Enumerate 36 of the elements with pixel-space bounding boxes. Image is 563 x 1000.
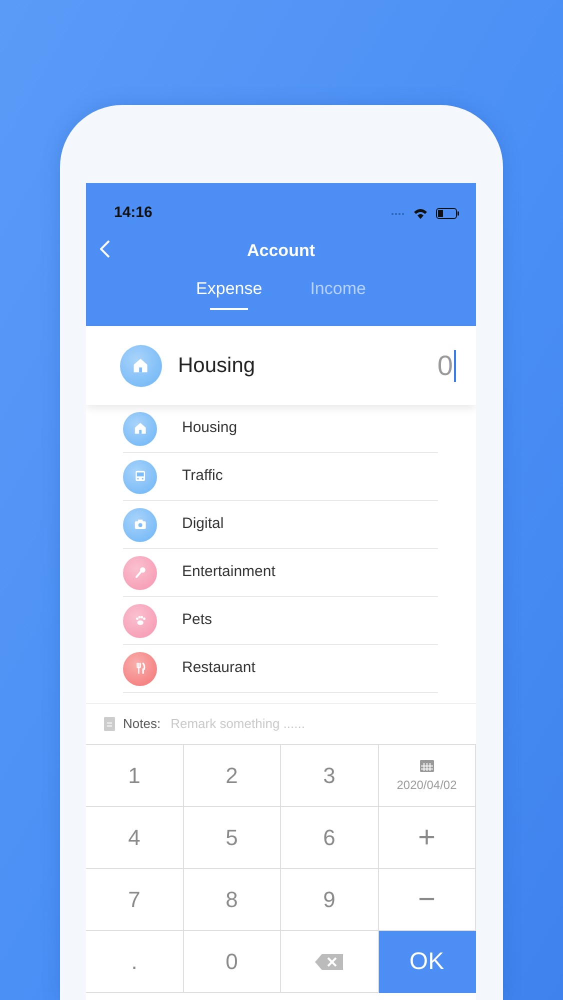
page-title: Account — [247, 240, 315, 262]
calendar-icon — [420, 758, 434, 772]
number-key[interactable]: 9 — [281, 869, 378, 931]
date-button[interactable]: 2020/04/02 — [378, 745, 476, 807]
number-key[interactable]: 1 — [86, 745, 184, 807]
number-key[interactable]: 8 — [184, 869, 281, 931]
category-item[interactable]: Pets — [182, 609, 212, 632]
notes-label: Notes: — [123, 715, 161, 734]
number-key[interactable]: 0 — [184, 931, 281, 993]
note-icon — [104, 717, 115, 731]
tab[interactable]: Expense — [196, 272, 262, 318]
backspace-key[interactable] — [281, 931, 378, 993]
number-key[interactable]: . — [86, 931, 184, 993]
amount-field[interactable]: 0 — [437, 350, 456, 382]
number-key[interactable]: 2 — [184, 745, 281, 807]
category-item[interactable]: Housing — [182, 417, 238, 440]
operator-key[interactable]: + — [378, 807, 476, 869]
category-item[interactable]: Digital — [182, 513, 224, 536]
number-key[interactable]: 3 — [281, 745, 378, 807]
backspace-icon — [315, 954, 344, 970]
status-time: 14:16 — [114, 203, 152, 224]
wifi-icon — [413, 208, 428, 219]
category-item[interactable]: Restaurant — [182, 657, 256, 680]
number-key[interactable]: 7 — [86, 869, 184, 931]
tab[interactable]: Income — [310, 272, 366, 318]
battery-icon — [436, 208, 460, 219]
category-name: Housing — [178, 352, 256, 379]
number-key[interactable]: 5 — [184, 807, 281, 869]
signal-icon — [391, 212, 405, 216]
ok-button[interactable]: OK — [378, 931, 476, 993]
number-key[interactable]: 4 — [86, 807, 184, 869]
number-key[interactable]: 6 — [281, 807, 378, 869]
back-button[interactable] — [100, 240, 110, 258]
category-item[interactable]: Entertainment — [182, 561, 276, 584]
category-item[interactable]: Traffic — [182, 465, 223, 488]
operator-key[interactable]: − — [378, 869, 476, 931]
